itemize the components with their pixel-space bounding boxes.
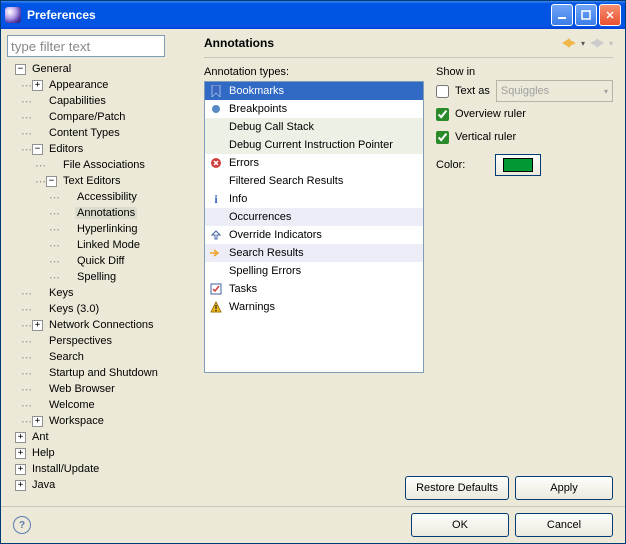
apply-button[interactable]: Apply [515,476,613,500]
client-area: −General ⋯+Appearance ⋯Capabilities ⋯Com… [1,29,625,506]
tree-node-startup[interactable]: ⋯Startup and Shutdown [7,365,192,381]
tree-node-linkedmode[interactable]: ⋯Linked Mode [7,237,192,253]
list-item-occurrences[interactable]: Occurrences [205,208,423,226]
overview-ruler-label: Overview ruler [455,108,526,120]
list-item-spelling[interactable]: Spelling Errors [205,262,423,280]
filter-input[interactable] [7,35,165,57]
list-item-bookmarks[interactable]: Bookmarks [205,82,423,100]
tree-node-accessibility[interactable]: ⋯Accessibility [7,189,192,205]
tree-node-perspectives[interactable]: ⋯Perspectives [7,333,192,349]
tree-node-editors[interactable]: ⋯−Editors [7,141,192,157]
vertical-ruler-label: Vertical ruler [455,131,516,143]
tree-node-ant[interactable]: +Ant [7,429,192,445]
tree-node-compare[interactable]: ⋯Compare/Patch [7,109,192,125]
override-icon [209,228,223,242]
blank-icon [209,210,223,224]
text-as-combo: Squiggles▾ [496,80,613,102]
list-item-warnings[interactable]: Warnings [205,298,423,316]
bookmark-icon [209,84,223,98]
forward-button [589,35,605,51]
chevron-down-icon: ▾ [604,87,608,96]
left-pane: −General ⋯+Appearance ⋯Capabilities ⋯Com… [1,29,198,506]
tree-node-fileassoc[interactable]: ⋯File Associations [7,157,192,173]
color-label: Color: [436,159,465,171]
window-title: Preferences [27,8,551,22]
list-item-search-results[interactable]: Search Results [205,244,423,262]
tree-node-contenttypes[interactable]: ⋯Content Types [7,125,192,141]
task-icon [209,282,223,296]
list-item-info[interactable]: iInfo [205,190,423,208]
tree-node-webbrowser[interactable]: ⋯Web Browser [7,381,192,397]
list-item-override[interactable]: Override Indicators [205,226,423,244]
color-swatch [503,158,533,172]
text-as-checkbox[interactable] [436,85,449,98]
list-item-tasks[interactable]: Tasks [205,280,423,298]
tree-node-spelling[interactable]: ⋯Spelling [7,269,192,285]
close-button[interactable] [599,4,621,26]
title-bar: Preferences [1,1,625,29]
list-item-errors[interactable]: Errors [205,154,423,172]
bottom-bar: ? OK Cancel [1,506,625,543]
back-button[interactable] [561,35,577,51]
warning-icon [209,300,223,314]
color-picker-button[interactable] [495,154,541,176]
list-item-filtered-search[interactable]: Filtered Search Results [205,172,423,190]
tree-node-help[interactable]: +Help [7,445,192,461]
error-icon [209,156,223,170]
show-in-label: Show in [436,66,613,78]
preferences-window: Preferences −General ⋯+Appearance ⋯Capab… [0,0,626,544]
tree-node-install[interactable]: +Install/Update [7,461,192,477]
tree-node-keys[interactable]: ⋯Keys [7,285,192,301]
page-title: Annotations [204,36,561,50]
blank-icon [209,174,223,188]
dropdown-icon: ▾ [609,39,613,48]
tree-node-quickdiff[interactable]: ⋯Quick Diff [7,253,192,269]
tree-node-annotations[interactable]: ⋯Annotations [7,205,192,221]
blank-icon [209,138,223,152]
ok-button[interactable]: OK [411,513,509,537]
tree-node-keys30[interactable]: ⋯Keys (3.0) [7,301,192,317]
preference-tree[interactable]: −General ⋯+Appearance ⋯Capabilities ⋯Com… [7,61,192,500]
search-result-icon [209,246,223,260]
breakpoint-icon [209,102,223,116]
list-item-debug-call-stack[interactable]: Debug Call Stack [205,118,423,136]
page-content: Annotation types: Bookmarks Breakpoints … [204,66,613,468]
tree-node-netconn[interactable]: ⋯+Network Connections [7,317,192,333]
list-item-breakpoints[interactable]: Breakpoints [205,100,423,118]
vertical-ruler-checkbox[interactable] [436,131,449,144]
text-as-label: Text as [455,85,490,97]
overview-ruler-checkbox[interactable] [436,108,449,121]
tree-node-texteditors[interactable]: ⋯−Text Editors [7,173,192,189]
tree-node-general[interactable]: −General [7,61,192,77]
tree-node-capabilities[interactable]: ⋯Capabilities [7,93,192,109]
restore-defaults-button[interactable]: Restore Defaults [405,476,509,500]
tree-node-search[interactable]: ⋯Search [7,349,192,365]
list-item-debug-instruction-pointer[interactable]: Debug Current Instruction Pointer [205,136,423,154]
tree-node-appearance[interactable]: ⋯+Appearance [7,77,192,93]
tree-node-welcome[interactable]: ⋯Welcome [7,397,192,413]
help-icon[interactable]: ? [13,516,31,534]
blank-icon [209,120,223,134]
dropdown-icon[interactable]: ▾ [581,39,585,48]
eclipse-icon [5,7,21,23]
page-header: Annotations ▾ ▾ [204,35,613,58]
annotation-types-label: Annotation types: [204,66,424,78]
info-icon: i [209,192,223,206]
right-pane: Annotations ▾ ▾ Annotation types: Bookma… [198,29,625,506]
maximize-button[interactable] [575,4,597,26]
annotation-types-list[interactable]: Bookmarks Breakpoints Debug Call Stack D… [204,81,424,373]
tree-node-hyperlinking[interactable]: ⋯Hyperlinking [7,221,192,237]
minimize-button[interactable] [551,4,573,26]
tree-node-java[interactable]: +Java [7,477,192,493]
blank-icon [209,264,223,278]
cancel-button[interactable]: Cancel [515,513,613,537]
tree-node-workspace[interactable]: ⋯+Workspace [7,413,192,429]
